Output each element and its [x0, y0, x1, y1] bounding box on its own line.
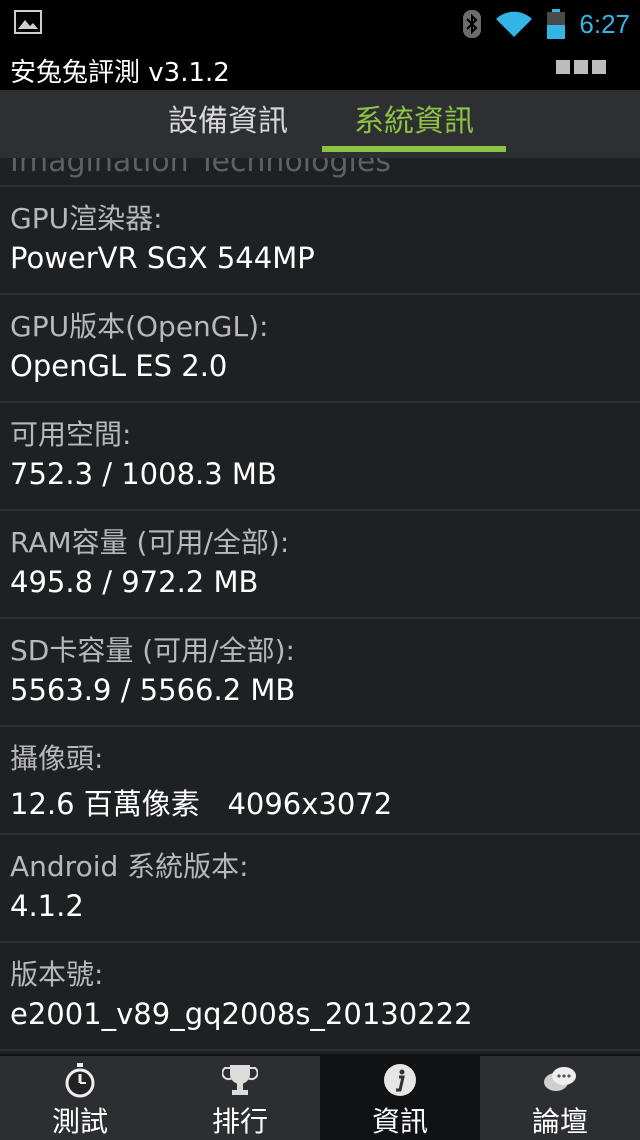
chat-bubbles-icon — [544, 1067, 576, 1091]
list-item: 可用空間: 752.3 / 1008.3 MB — [0, 403, 640, 511]
item-label: GPU版本(OpenGL): — [10, 310, 269, 343]
item-value: e2001_v89_gq2008s_20130222 — [10, 997, 473, 1031]
info-icon — [384, 1064, 416, 1096]
item-label: GPU渲染器: — [10, 202, 163, 235]
item-value: 5563.9 / 5566.2 MB — [10, 673, 296, 707]
cut-off-value: Imagination Technologies — [10, 158, 391, 179]
nav-label: 排行 — [211, 1105, 268, 1138]
stopwatch-icon — [65, 1063, 95, 1098]
system-info-list[interactable]: Imagination Technologies GPU渲染器: PowerVR… — [0, 158, 640, 1054]
nav-label: 資訊 — [371, 1105, 428, 1138]
bottom-nav: 測試 排行 資訊 論壇 — [0, 1054, 640, 1140]
item-label: 版本號: — [10, 958, 104, 991]
bluetooth-icon — [463, 10, 482, 38]
image-notification-icon — [14, 10, 42, 34]
list-item: GPU版本(OpenGL): OpenGL ES 2.0 — [0, 295, 640, 403]
clock: 6:27 — [579, 8, 630, 39]
item-value: 495.8 / 972.2 MB — [10, 565, 259, 599]
item-value: PowerVR SGX 544MP — [10, 241, 315, 275]
list-item: GPU渲染器: PowerVR SGX 544MP — [0, 187, 640, 295]
item-value: 752.3 / 1008.3 MB — [10, 457, 277, 491]
status-bar: 6:27 — [0, 0, 640, 48]
app-title: 安兔兔評測 v3.1.2 — [10, 58, 230, 88]
list-item: RAM容量 (可用/全部): 495.8 / 972.2 MB — [0, 511, 640, 619]
nav-info[interactable]: 資訊 — [320, 1056, 480, 1140]
item-label: 攝像頭: — [10, 742, 104, 775]
list-item: 攝像頭: 12.6 百萬像素 4096x3072 — [0, 727, 640, 835]
tab-device-info[interactable]: 設備資訊 — [160, 90, 296, 158]
nav-ranking[interactable]: 排行 — [160, 1056, 320, 1140]
trophy-icon — [222, 1065, 258, 1095]
item-label: RAM容量 (可用/全部): — [10, 526, 290, 559]
nav-label: 論壇 — [531, 1105, 588, 1138]
battery-icon — [547, 9, 566, 39]
item-value: OpenGL ES 2.0 — [10, 349, 228, 383]
item-label: SD卡容量 (可用/全部): — [10, 634, 295, 667]
nav-test[interactable]: 測試 — [0, 1056, 160, 1140]
list-item: Android 系統版本: 4.1.2 — [0, 835, 640, 943]
overflow-menu-icon[interactable] — [556, 60, 606, 74]
nav-forum[interactable]: 論壇 — [480, 1056, 640, 1140]
item-value: 12.6 百萬像素 4096x3072 — [10, 787, 393, 821]
status-icons: 6:27 — [463, 4, 630, 44]
nav-label: 測試 — [51, 1105, 108, 1138]
item-label: Android 系統版本: — [10, 850, 249, 883]
wifi-icon — [496, 11, 533, 37]
app-bar: 安兔兔評測 v3.1.2 — [0, 48, 640, 90]
item-label: 可用空間: — [10, 418, 132, 451]
active-tab-indicator — [322, 146, 506, 152]
list-item: SD卡容量 (可用/全部): 5563.9 / 5566.2 MB — [0, 619, 640, 727]
item-value: 4.1.2 — [10, 889, 84, 923]
list-item: 版本號: e2001_v89_gq2008s_20130222 — [0, 943, 640, 1051]
tab-bar: 設備資訊 系統資訊 — [0, 90, 640, 158]
